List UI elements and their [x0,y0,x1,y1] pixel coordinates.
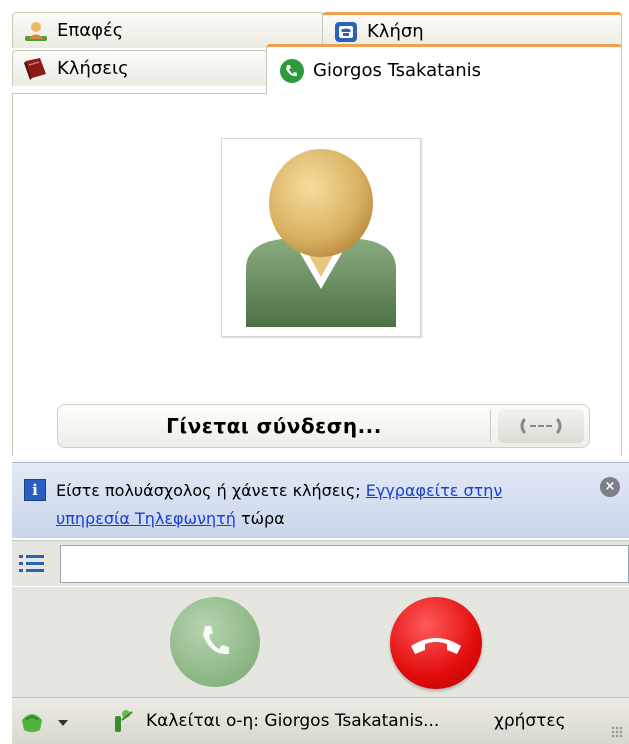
end-call-button[interactable] [390,597,482,689]
status-divider [490,410,491,442]
tab-contacts[interactable]: Επαφές [12,12,324,48]
green-phone-icon [279,58,305,84]
users-label[interactable]: χρήστες [494,698,566,744]
tab-active-label: Giorgos Tsakatanis [313,60,482,81]
close-icon[interactable]: × [600,477,620,497]
tab-strip: Επαφές Κλήση Κλήσεις Giorgos Tsakatanis [0,0,629,95]
online-status-icon[interactable] [20,710,44,734]
dial-row [12,540,629,586]
tab-call[interactable]: Κλήση [322,12,622,48]
hangup-icon [411,638,461,654]
contacts-person-icon [23,18,49,44]
ptt-icon [112,708,136,734]
call-status-text: Γίνεται σύνδεση... [166,414,382,438]
voicemail-info-bar: i Είστε πολυάσχολος ή χάνετε κλήσεις; Εγ… [12,462,629,538]
bottom-status-bar: Καλείται ο-η: Giorgos Tsakatanis... χρήσ… [12,697,629,744]
tab-call-label: Κλήση [367,21,424,42]
dialpad-list-icon[interactable] [18,553,46,575]
info-icon: i [24,479,46,501]
tab-contacts-label: Επαφές [57,20,124,41]
info-text: Είστε πολυάσχολος ή χάνετε κλήσεις; [56,481,361,500]
tab-active-call[interactable]: Giorgos Tsakatanis [266,44,622,94]
phone-icon [203,626,229,655]
info-message: Είστε πολυάσχολος ή χάνετε κλήσεις; Εγγρ… [56,477,576,533]
info-suffix: τώρα [240,509,285,528]
call-status-bar: Γίνεται σύνδεση... [57,404,590,448]
chevron-down-icon[interactable] [58,720,68,726]
handset-icon [520,418,562,434]
call-history-book-icon [23,56,49,82]
resize-grip[interactable] [611,726,623,738]
phone-dialpad-icon [333,19,359,45]
avatar-person-icon [246,149,396,327]
tab-calls[interactable]: Κλήσεις [12,50,268,86]
call-button[interactable] [170,597,260,687]
call-controls [12,587,629,697]
tab-calls-label: Κλήσεις [57,58,129,79]
small-hangup-button[interactable] [498,409,584,443]
calling-status-text: Καλείται ο-η: Giorgos Tsakatanis... [146,711,440,731]
avatar [221,138,421,337]
dial-input[interactable] [60,545,629,583]
